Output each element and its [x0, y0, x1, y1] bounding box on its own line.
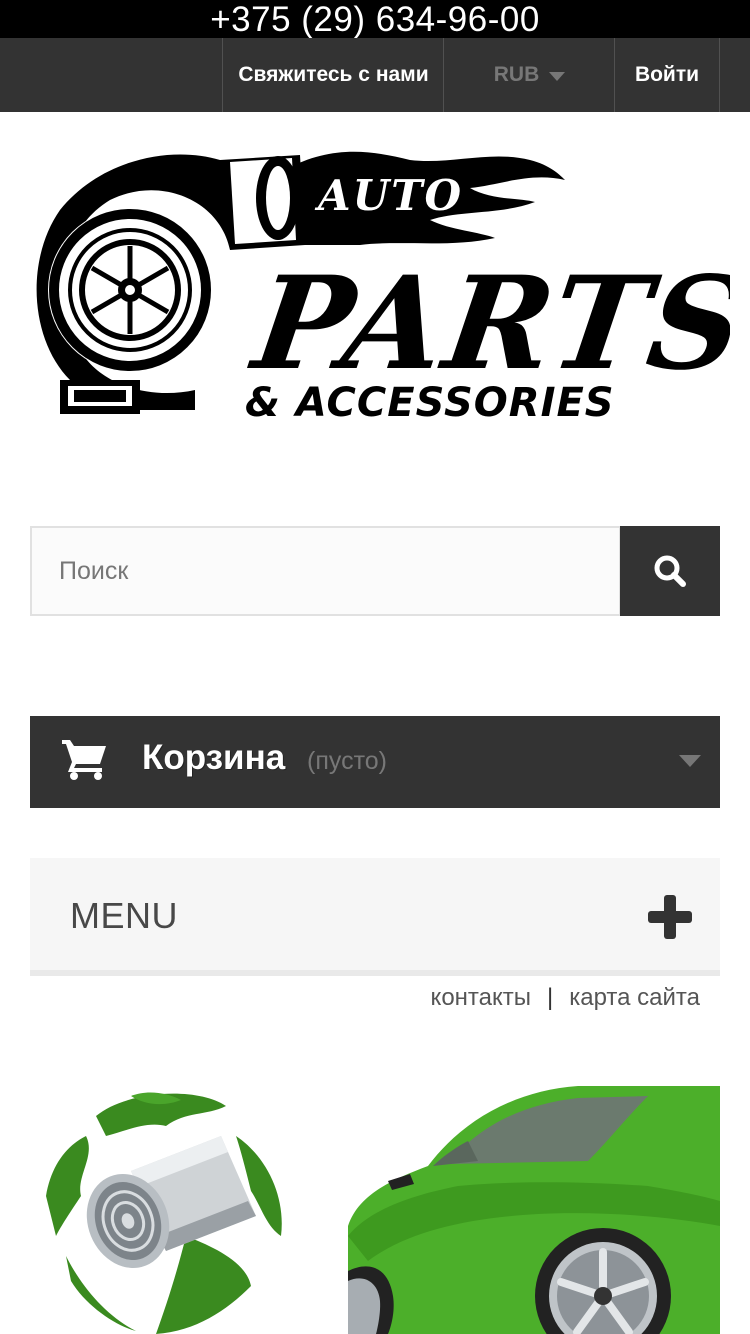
eco-catalyst-banner[interactable]: [36, 1086, 296, 1334]
green-car-banner[interactable]: [348, 1086, 720, 1334]
chevron-down-icon: [679, 755, 701, 767]
menu-toggle[interactable]: MENU: [30, 858, 720, 976]
logo-accessories-text: & ACCESSORIES: [245, 380, 615, 426]
currency-label: RUB: [493, 63, 540, 86]
phone-number-bar[interactable]: +375 (29) 634-96-00: [0, 0, 750, 39]
search-button[interactable]: [620, 526, 720, 616]
site-logo[interactable]: AUTO PARTS & ACCESSORIES: [30, 140, 730, 430]
logo-parts-text: PARTS: [242, 249, 730, 399]
contact-us-link[interactable]: Свяжитесь с нами: [222, 38, 444, 112]
chevron-down-icon: [549, 71, 566, 81]
footer-links: контакты | карта сайта: [431, 984, 700, 1012]
search-icon: [654, 555, 686, 587]
logo-auto-text: AUTO: [314, 171, 463, 220]
sitemap-link[interactable]: карта сайта: [569, 984, 700, 1012]
search-bar: [30, 526, 720, 616]
search-input[interactable]: [30, 526, 621, 616]
menu-label: MENU: [70, 895, 178, 936]
cart-status: (пусто): [307, 747, 387, 775]
login-link[interactable]: Войти: [614, 38, 720, 112]
plus-icon: [648, 895, 692, 939]
currency-selector[interactable]: RUB: [443, 38, 615, 112]
link-separator: |: [547, 984, 554, 1011]
contacts-link[interactable]: контакты: [431, 984, 531, 1012]
top-navigation: Свяжитесь с нами RUB Войти: [0, 38, 750, 112]
shopping-cart-icon: [62, 740, 106, 780]
cart-title: Корзина: [142, 738, 286, 777]
cart-block[interactable]: Корзина (пусто): [30, 716, 720, 808]
